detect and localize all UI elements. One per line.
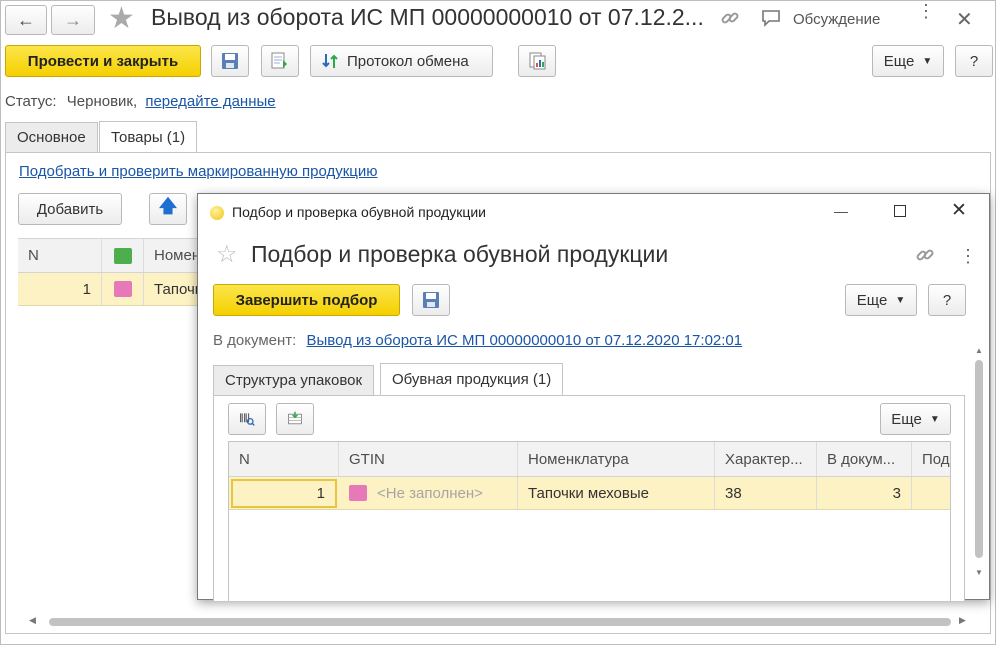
goods-grid-row[interactable]: 1 Тапочк (18, 273, 201, 306)
close-icon[interactable]: ✕ (956, 7, 973, 32)
column-characteristic[interactable]: Характер... (715, 442, 817, 476)
column-marking[interactable] (102, 239, 144, 272)
row-n: 1 (18, 273, 102, 305)
document-link[interactable]: Вывод из оборота ИС МП 00000000010 от 07… (306, 332, 742, 349)
row-nomenclature: Тапочк (154, 280, 202, 298)
dialog-save-button[interactable] (412, 284, 450, 316)
save-button[interactable] (211, 45, 249, 77)
goods-grid-header: N Номен (18, 238, 200, 273)
dialog-more-vertical-icon[interactable]: ⋮ (959, 246, 977, 267)
grid-more-button[interactable]: Еще ▼ (880, 403, 951, 435)
column-n[interactable]: N (18, 239, 102, 272)
select-products-link[interactable]: Подобрать и проверить маркированную прод… (19, 163, 378, 180)
forward-button[interactable]: → (51, 5, 95, 35)
row-marking (102, 273, 144, 305)
help-button[interactable]: ? (955, 45, 993, 77)
row-in-document: 3 (817, 477, 912, 509)
selection-dialog: Подбор и проверка обувной продукции ✕ ☆ … (197, 193, 990, 601)
app-logo-icon (210, 206, 224, 220)
status-row: Статус: Черновик, передайте данные (5, 93, 276, 110)
move-up-button[interactable]: 🡅 (149, 193, 187, 225)
tab-basic[interactable]: Основное (5, 122, 98, 152)
document-label: В документ: (213, 332, 297, 349)
protocol-button[interactable]: Протокол обмена (310, 45, 493, 77)
tab-shoe-products[interactable]: Обувная продукция (1) (380, 363, 564, 395)
dialog-more-button[interactable]: Еще ▼ (845, 284, 917, 316)
row-characteristic: 38 (715, 477, 817, 509)
column-gtin[interactable]: GTIN (339, 442, 518, 476)
dialog-window-title: Подбор и проверка обувной продукции (232, 204, 486, 220)
link-icon[interactable] (719, 7, 741, 29)
marking-pink-icon (113, 281, 132, 297)
add-button[interactable]: Добавить (18, 193, 122, 225)
post-document-icon (271, 52, 287, 69)
dialog-more-label: Еще (856, 291, 888, 309)
scroll-right-icon[interactable]: ▶ (959, 615, 966, 626)
minimize-icon[interactable] (834, 212, 848, 213)
row-gtin: <Не заполнен> (339, 477, 518, 509)
exchange-arrows-icon (322, 54, 338, 68)
more-vertical-icon[interactable]: ⋮ (917, 2, 935, 20)
arrow-up-icon: 🡅 (158, 196, 178, 216)
marking-pink-icon (349, 485, 367, 501)
scroll-down-icon[interactable]: ▼ (975, 568, 983, 577)
shoe-grid-header: N GTIN Номенклатура Характер... В докум.… (229, 442, 950, 477)
scroll-left-icon[interactable]: ◀ (29, 615, 36, 626)
dialog-vertical-scrollbar[interactable]: ▲ ▼ (973, 346, 985, 582)
maximize-icon[interactable] (894, 205, 906, 217)
column-selected[interactable]: Под (912, 442, 950, 476)
dialog-help-button[interactable]: ? (928, 284, 966, 316)
column-nomenclature[interactable]: Номенклатура (518, 442, 715, 476)
status-link[interactable]: передайте данные (145, 93, 275, 110)
column-in-document[interactable]: В докум... (817, 442, 912, 476)
scroll-thumb[interactable] (49, 618, 951, 626)
scroll-up-icon[interactable]: ▲ (975, 346, 983, 355)
report-icon (529, 52, 546, 70)
caret-down-icon: ▼ (929, 413, 940, 425)
discussion-label[interactable]: Обсуждение (793, 11, 880, 28)
tab-goods[interactable]: Товары (1) (99, 121, 198, 153)
floppy-icon (222, 53, 238, 69)
protocol-label: Протокол обмена (347, 52, 469, 70)
dialog-link-icon[interactable] (914, 244, 936, 266)
barcode-search-icon (240, 413, 255, 426)
back-button[interactable]: ← (5, 5, 47, 35)
column-nomenclature[interactable]: Номен (144, 239, 204, 272)
row-n: 1 (316, 485, 325, 502)
tab-package-structure[interactable]: Структура упаковок (213, 365, 375, 395)
caret-down-icon: ▼ (922, 55, 933, 67)
row-nomenclature: Тапочки меховые (518, 477, 715, 509)
scroll-thumb[interactable] (975, 360, 983, 558)
caret-down-icon: ▼ (895, 294, 906, 306)
finish-selection-button[interactable]: Завершить подбор (213, 284, 400, 316)
row-selected (912, 477, 950, 509)
load-data-button[interactable] (276, 403, 314, 435)
shoe-grid: N GTIN Номенклатура Характер... В докум.… (228, 441, 951, 601)
status-label: Статус: (5, 93, 57, 110)
dialog-favorite-star-icon[interactable]: ☆ (216, 240, 238, 269)
grid-more-label: Еще (891, 410, 922, 428)
more-button[interactable]: Еще ▼ (872, 45, 944, 77)
dialog-title: Подбор и проверка обувной продукции (251, 241, 669, 267)
load-table-icon (288, 411, 302, 425)
scan-barcode-button[interactable] (228, 403, 266, 435)
more-label: Еще (883, 52, 915, 70)
marking-green-icon (113, 247, 132, 264)
favorite-star-icon[interactable]: ★ (108, 1, 135, 36)
window-title: Вывод из оборота ИС МП 00000000010 от 07… (151, 4, 704, 30)
horizontal-scrollbar[interactable]: ◀ ▶ (21, 615, 971, 629)
post-and-close-button[interactable]: Провести и закрыть (5, 45, 201, 77)
row-n-cell[interactable]: 1 (231, 479, 337, 508)
status-value: Черновик, (66, 93, 138, 110)
document-row: В документ: Вывод из оборота ИС МП 00000… (213, 332, 742, 349)
gtin-placeholder: <Не заполнен> (377, 484, 483, 502)
dialog-close-icon[interactable]: ✕ (951, 199, 967, 222)
column-n[interactable]: N (229, 442, 339, 476)
floppy-icon (423, 292, 439, 308)
shoe-grid-row[interactable]: 1 <Не заполнен> Тапочки меховые 38 3 (229, 477, 950, 510)
discussion-icon[interactable] (761, 9, 781, 27)
post-button[interactable] (261, 45, 299, 77)
report-button[interactable] (518, 45, 556, 77)
